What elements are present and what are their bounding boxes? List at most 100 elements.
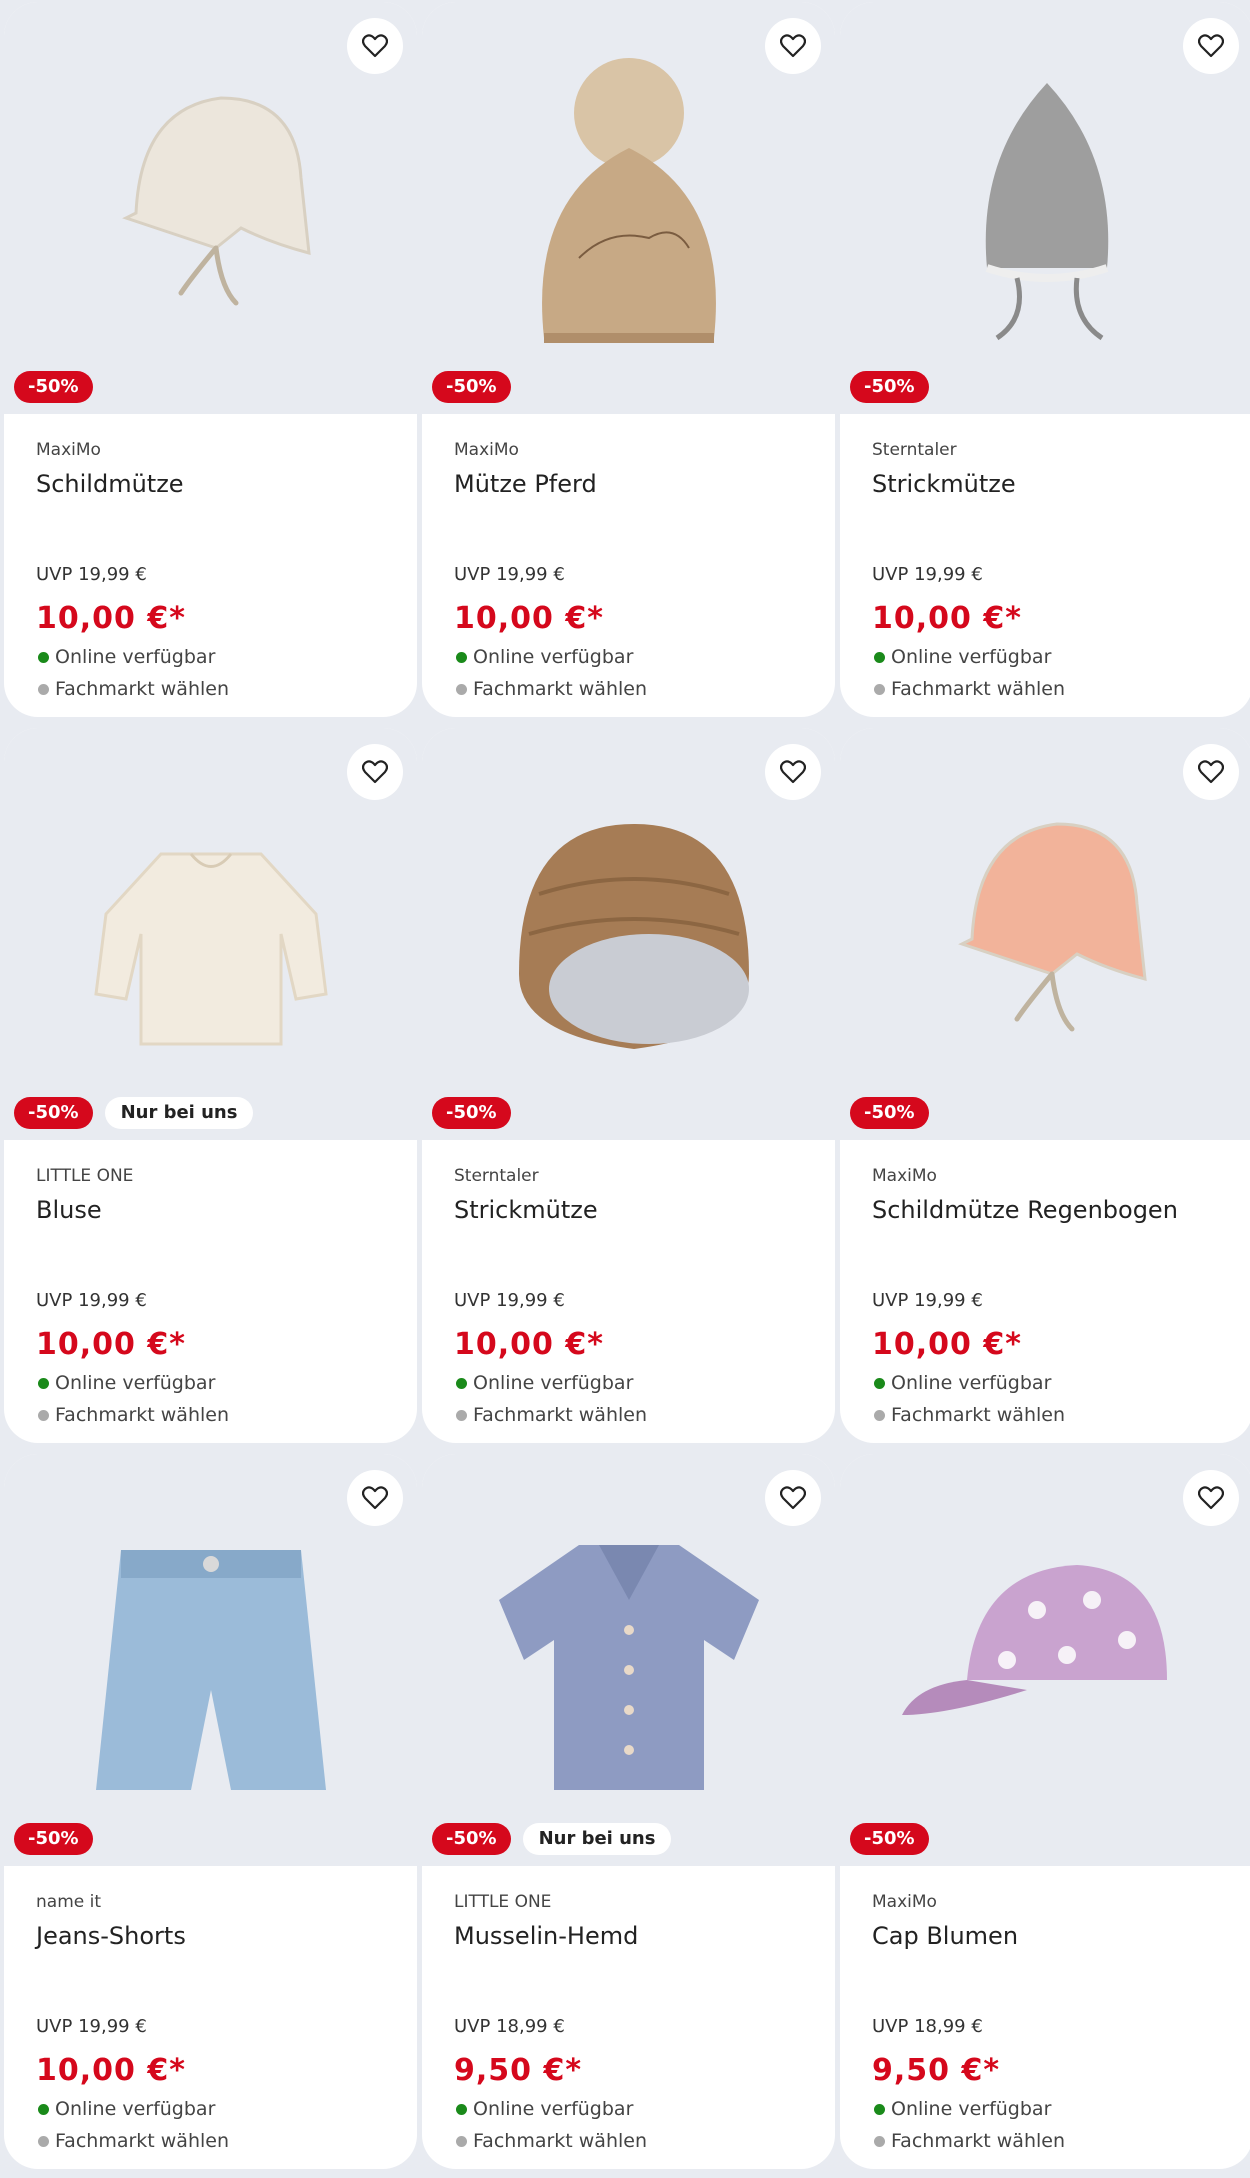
product-uvp: UVP 19,99 € [872, 1290, 983, 1311]
wishlist-heart-icon[interactable] [765, 744, 821, 800]
available-dot-icon [456, 1377, 467, 1389]
product-uvp: UVP 19,99 € [872, 564, 983, 585]
product-info: MaxiMo Schildmütze UVP 19,99 € 10,00 €* … [4, 414, 417, 717]
product-name[interactable]: Schildmütze [36, 470, 397, 498]
availability-label: Online verfügbar [473, 646, 634, 668]
wishlist-heart-icon[interactable] [1183, 744, 1239, 800]
blouse-icon [93, 852, 328, 1046]
product-image-area[interactable]: -50% [840, 2, 1250, 414]
product-name[interactable]: Musselin-Hemd [454, 1922, 815, 1950]
product-info: Sterntaler Strickmütze UVP 19,99 € 10,00… [840, 414, 1250, 717]
badge-group: -50% [14, 371, 93, 403]
knit-beanie-icon [518, 824, 749, 1049]
online-availability: Online verfügbar [456, 1372, 633, 1394]
store-label: Fachmarkt wählen [55, 2130, 230, 2152]
product-image-area[interactable]: -50% Nur bei uns [4, 728, 417, 1140]
product-brand: Sterntaler [872, 440, 957, 460]
badge-group: -50% [14, 1823, 93, 1855]
product-card[interactable]: -50% Sterntaler Strickmütze UVP 19,99 € … [840, 2, 1250, 717]
choose-store-link[interactable]: Fachmarkt wählen [38, 1404, 229, 1426]
knit-hat-icon [985, 83, 1108, 341]
shirt-icon [498, 1545, 759, 1790]
store-label: Fachmarkt wählen [473, 1404, 648, 1426]
product-image-area[interactable]: -50% [4, 1454, 417, 1866]
discount-badge: -50% [432, 1097, 511, 1129]
product-image-area[interactable]: -50% Nur bei uns [422, 1454, 835, 1866]
product-card[interactable]: -50% Nur bei uns LITTLE ONE Bluse UVP 19… [4, 728, 417, 1443]
product-info: MaxiMo Cap Blumen UVP 18,99 € 9,50 €* On… [840, 1866, 1250, 2169]
available-dot-icon [38, 1377, 49, 1389]
product-name[interactable]: Strickmütze [872, 470, 1233, 498]
choose-store-link[interactable]: Fachmarkt wählen [38, 678, 229, 700]
product-card[interactable]: -50% MaxiMo Schildmütze UVP 19,99 € 10,0… [4, 2, 417, 717]
product-card[interactable]: -50% Nur bei uns LITTLE ONE Musselin-Hem… [422, 1454, 835, 2169]
online-availability: Online verfügbar [874, 646, 1051, 668]
product-price: 9,50 €* [454, 2053, 583, 2088]
product-uvp: UVP 19,99 € [36, 1290, 147, 1311]
product-name[interactable]: Jeans-Shorts [36, 1922, 397, 1950]
wishlist-heart-icon[interactable] [347, 744, 403, 800]
available-dot-icon [456, 2103, 467, 2115]
product-info: Sterntaler Strickmütze UVP 19,99 € 10,00… [422, 1140, 835, 1443]
product-price: 10,00 €* [454, 601, 604, 636]
wishlist-heart-icon[interactable] [765, 18, 821, 74]
wishlist-heart-icon[interactable] [347, 1470, 403, 1526]
product-card[interactable]: -50% MaxiMo Mütze Pferd UVP 19,99 € 10,0… [422, 2, 835, 717]
online-availability: Online verfügbar [456, 646, 633, 668]
product-image-area[interactable]: -50% [4, 2, 417, 414]
choose-store-link[interactable]: Fachmarkt wählen [874, 678, 1065, 700]
discount-badge: -50% [14, 1823, 93, 1855]
choose-store-link[interactable]: Fachmarkt wählen [456, 678, 647, 700]
availability-label: Online verfügbar [55, 646, 216, 668]
wishlist-heart-icon[interactable] [1183, 1470, 1239, 1526]
badge-group: -50% [850, 1097, 929, 1129]
discount-badge: -50% [14, 1097, 93, 1129]
choose-store-link[interactable]: Fachmarkt wählen [874, 1404, 1065, 1426]
product-price: 10,00 €* [454, 1327, 604, 1362]
product-name[interactable]: Mütze Pferd [454, 470, 815, 498]
choose-store-link[interactable]: Fachmarkt wählen [456, 2130, 647, 2152]
online-availability: Online verfügbar [38, 1372, 215, 1394]
product-card[interactable]: -50% MaxiMo Cap Blumen UVP 18,99 € 9,50 … [840, 1454, 1250, 2169]
store-label: Fachmarkt wählen [473, 678, 648, 700]
sun-hat-icon [957, 822, 1147, 1032]
product-name[interactable]: Schildmütze Regenbogen [872, 1196, 1233, 1224]
product-card[interactable]: -50% name it Jeans-Shorts UVP 19,99 € 10… [4, 1454, 417, 2169]
cap-icon [901, 1565, 1167, 1715]
product-image-area[interactable]: -50% [422, 728, 835, 1140]
product-card[interactable]: -50% Sterntaler Strickmütze UVP 19,99 € … [422, 728, 835, 1443]
product-image-area[interactable]: -50% [840, 728, 1250, 1140]
product-uvp: UVP 19,99 € [454, 1290, 565, 1311]
discount-badge: -50% [14, 371, 93, 403]
store-dot-icon [38, 683, 49, 695]
badge-group: -50% [432, 371, 511, 403]
choose-store-link[interactable]: Fachmarkt wählen [874, 2130, 1065, 2152]
product-name[interactable]: Bluse [36, 1196, 397, 1224]
discount-badge: -50% [850, 1097, 929, 1129]
wishlist-heart-icon[interactable] [347, 18, 403, 74]
sun-hat-icon [121, 96, 311, 306]
wishlist-heart-icon[interactable] [765, 1470, 821, 1526]
exclusive-badge: Nur bei uns [104, 1097, 254, 1129]
wishlist-heart-icon[interactable] [1183, 18, 1239, 74]
choose-store-link[interactable]: Fachmarkt wählen [456, 1404, 647, 1426]
availability-label: Online verfügbar [473, 2098, 634, 2120]
product-brand: MaxiMo [872, 1166, 937, 1186]
available-dot-icon [38, 651, 49, 663]
product-brand: MaxiMo [872, 1892, 937, 1912]
product-card[interactable]: -50% MaxiMo Schildmütze Regenbogen UVP 1… [840, 728, 1250, 1443]
available-dot-icon [874, 2103, 885, 2115]
product-image-area[interactable]: -50% [422, 2, 835, 414]
product-brand: MaxiMo [454, 440, 519, 460]
product-image-area[interactable]: -50% [840, 1454, 1250, 1866]
product-info: MaxiMo Schildmütze Regenbogen UVP 19,99 … [840, 1140, 1250, 1443]
choose-store-link[interactable]: Fachmarkt wählen [38, 2130, 229, 2152]
discount-badge: -50% [432, 371, 511, 403]
availability-label: Online verfügbar [55, 2098, 216, 2120]
pompom-beanie-icon [541, 58, 716, 343]
store-dot-icon [456, 2135, 467, 2147]
product-name[interactable]: Strickmütze [454, 1196, 815, 1224]
product-price: 10,00 €* [36, 2053, 186, 2088]
store-label: Fachmarkt wählen [891, 2130, 1066, 2152]
product-name[interactable]: Cap Blumen [872, 1922, 1233, 1950]
